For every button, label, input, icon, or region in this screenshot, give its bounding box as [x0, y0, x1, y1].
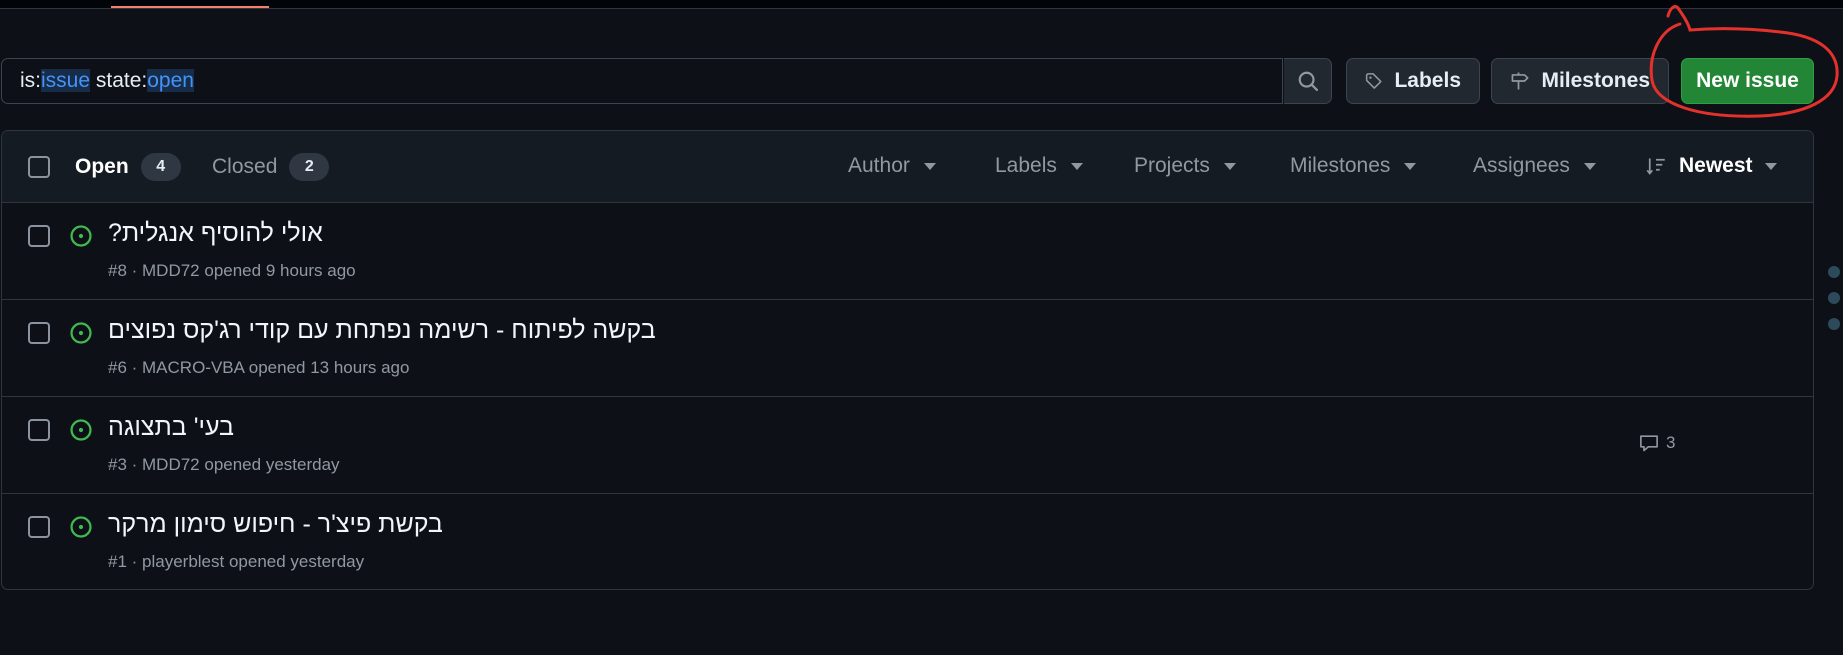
labels-filter[interactable]: Labels [995, 154, 1083, 178]
labels-filter-label: Labels [995, 154, 1057, 177]
milestones-button-label: Milestones [1541, 69, 1650, 92]
issue-list-header: Open 4 Closed 2 Author Labels Projects M… [2, 131, 1813, 203]
labels-button[interactable]: Labels [1346, 58, 1480, 104]
open-tab-label: Open [75, 155, 129, 178]
closed-count-badge: 2 [289, 153, 330, 181]
dot [1828, 266, 1840, 278]
search-qualifier-key: state: [90, 69, 148, 92]
new-issue-button[interactable]: New issue [1681, 58, 1814, 104]
chevron-down-icon [1223, 162, 1236, 170]
issues-toolbar: is:issue state:open Labels Milestones Ne… [1, 58, 1816, 106]
select-all-checkbox[interactable] [28, 156, 50, 178]
issue-checkbox[interactable] [28, 516, 50, 538]
chevron-down-icon [1583, 162, 1596, 170]
sort-icon [1646, 158, 1665, 175]
issue-search-input[interactable]: is:issue state:open [1, 58, 1283, 104]
author-filter[interactable]: Author [848, 154, 936, 178]
side-dots [1828, 266, 1840, 344]
top-nav-strip [0, 0, 1843, 9]
labels-button-label: Labels [1394, 69, 1461, 92]
tag-icon [1365, 73, 1382, 89]
issue-meta: #8 · MDD72 opened 9 hours ago [108, 261, 356, 280]
issue-title-link[interactable]: בקשת פיצ'ר - חיפוש סימון מרקר [108, 510, 443, 539]
sort-dropdown[interactable]: Newest [1645, 154, 1777, 178]
search-qualifier-key: is: [20, 69, 41, 92]
search-button[interactable] [1284, 58, 1332, 104]
issue-meta: #6 · MACRO-VBA opened 13 hours ago [108, 358, 410, 377]
milestone-icon [1511, 72, 1529, 90]
milestones-filter[interactable]: Milestones [1290, 154, 1417, 178]
chevron-down-icon [1070, 162, 1083, 170]
dot [1828, 318, 1840, 330]
new-issue-button-label: New issue [1696, 69, 1799, 92]
projects-filter-label: Projects [1134, 154, 1210, 177]
issue-opened-icon [70, 322, 92, 344]
issue-row: אולי להוסיף אנגלית? #8 · MDD72 opened 9 … [2, 203, 1813, 300]
issue-title-link[interactable]: בעי' בתצוגה [108, 413, 234, 442]
issue-list: Open 4 Closed 2 Author Labels Projects M… [1, 130, 1814, 590]
open-issues-tab[interactable]: Open 4 [75, 153, 181, 181]
closed-issues-tab[interactable]: Closed 2 [212, 153, 330, 181]
issue-row: בקשת פיצ'ר - חיפוש סימון מרקר #1 · playe… [2, 494, 1813, 589]
author-filter-label: Author [848, 154, 910, 177]
comment-icon [1640, 435, 1658, 452]
comment-count: 3 [1666, 433, 1676, 452]
chevron-down-icon [1404, 162, 1417, 170]
dot [1828, 292, 1840, 304]
open-count-badge: 4 [140, 153, 181, 181]
search-qualifier-value: issue [41, 69, 91, 92]
comments-link[interactable]: 3 [1638, 433, 1675, 453]
projects-filter[interactable]: Projects [1134, 154, 1236, 178]
closed-tab-label: Closed [212, 155, 278, 178]
search-qualifier-value: open [147, 69, 194, 92]
issue-row: בקשה לפיתוח - רשימה נפתחת עם קודי רג'קס … [2, 300, 1813, 397]
issue-opened-icon [70, 225, 92, 247]
active-tab-underline [111, 6, 269, 8]
issue-opened-icon [70, 516, 92, 538]
assignees-filter-label: Assignees [1473, 154, 1570, 177]
issue-meta: #3 · MDD72 opened yesterday [108, 455, 340, 474]
issue-checkbox[interactable] [28, 419, 50, 441]
assignees-filter[interactable]: Assignees [1473, 154, 1596, 178]
issue-opened-icon [70, 419, 92, 441]
issue-title-link[interactable]: אולי להוסיף אנגלית? [108, 219, 323, 248]
search-icon [1298, 71, 1318, 92]
milestones-filter-label: Milestones [1290, 154, 1391, 177]
chevron-down-icon [923, 162, 936, 170]
issue-title-link[interactable]: בקשה לפיתוח - רשימה נפתחת עם קודי רג'קס … [108, 316, 656, 345]
issue-checkbox[interactable] [28, 225, 50, 247]
chevron-down-icon [1764, 162, 1777, 170]
milestones-button[interactable]: Milestones [1491, 58, 1669, 104]
issue-row: בעי' בתצוגה #3 · MDD72 opened yesterday … [2, 397, 1813, 494]
sort-label: Newest [1679, 154, 1753, 177]
issue-checkbox[interactable] [28, 322, 50, 344]
issue-meta: #1 · playerblest opened yesterday [108, 552, 365, 571]
